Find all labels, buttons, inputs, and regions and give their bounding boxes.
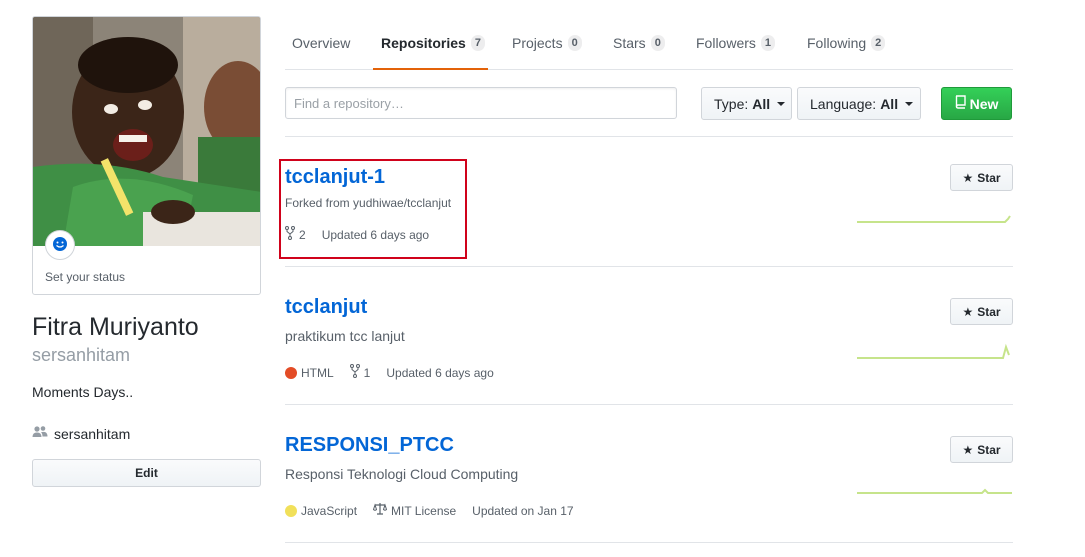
type-filter-select[interactable]: Type: All	[701, 87, 792, 120]
repo-updated: Updated on Jan 17	[472, 503, 574, 518]
profile-avatar-card: Set your status	[32, 16, 261, 295]
tab-projects[interactable]: Projects 0	[512, 16, 582, 70]
caret-down-icon	[905, 101, 914, 106]
profile-login: sersanhitam	[32, 345, 131, 365]
star-label: Star	[977, 304, 1001, 319]
star-button[interactable]: ★ Star	[950, 436, 1013, 463]
repo-list-item: RESPONSI_PTCC Responsi Teknologi Cloud C…	[285, 434, 1013, 542]
profile-org: sersanhitam	[32, 425, 130, 442]
star-icon: ★	[962, 304, 974, 319]
license-name: MIT License	[391, 503, 457, 518]
list-divider	[285, 136, 1013, 137]
activity-sparkline	[857, 215, 1011, 223]
law-icon	[372, 502, 388, 519]
star-button[interactable]: ★ Star	[950, 164, 1013, 191]
language-filter-value: All	[880, 95, 899, 112]
fork-count: 1	[363, 365, 371, 380]
profile-name: Fitra Muriyanto	[32, 313, 199, 341]
tab-counter: 7	[470, 35, 485, 51]
tab-counter: 1	[760, 35, 776, 51]
repo-icon	[955, 95, 967, 112]
tab-counter: 0	[567, 35, 582, 51]
status-text[interactable]: Set your status	[45, 270, 125, 284]
repo-forks[interactable]: 1	[349, 364, 371, 381]
language-name: HTML	[301, 365, 334, 380]
repo-list-item: tcclanjut praktikum tcc lanjut HTML 1 Up…	[285, 296, 1013, 404]
people-icon	[32, 425, 48, 442]
repo-meta: JavaScript MIT License Updated on Jan 17	[285, 502, 590, 519]
star-button[interactable]: ★ Star	[950, 298, 1013, 325]
tab-label: Overview	[292, 35, 351, 51]
tab-counter: 2	[871, 35, 886, 51]
highlight-annotation	[279, 159, 467, 259]
tab-followers[interactable]: Followers 1	[696, 16, 776, 70]
tab-label: Repositories	[381, 35, 466, 51]
repo-license[interactable]: MIT License	[372, 502, 457, 519]
profile-bio: Moments Days..	[32, 384, 134, 400]
caret-down-icon	[777, 101, 786, 106]
star-label: Star	[977, 170, 1001, 185]
tab-label: Stars	[613, 35, 646, 51]
language-filter-select[interactable]: Language: All	[797, 87, 921, 120]
tab-label: Projects	[512, 35, 563, 51]
edit-profile-button[interactable]: Edit	[32, 459, 261, 487]
repo-name-link[interactable]: tcclanjut	[285, 296, 367, 319]
list-divider	[285, 266, 1013, 267]
repo-updated: Updated 6 days ago	[386, 365, 494, 380]
tab-label: Followers	[696, 35, 756, 51]
find-repository-input[interactable]	[285, 87, 677, 119]
repo-description: praktikum tcc lanjut	[285, 328, 405, 344]
tab-label: Following	[807, 35, 867, 51]
list-divider	[285, 542, 1013, 543]
active-tab-underline	[373, 68, 488, 70]
language-filter-label: Language:	[810, 95, 877, 112]
fork-icon	[349, 364, 360, 381]
activity-sparkline	[857, 488, 1012, 494]
repo-description: Responsi Teknologi Cloud Computing	[285, 466, 519, 482]
language-name: JavaScript	[301, 503, 358, 518]
tab-following[interactable]: Following 2	[807, 16, 886, 70]
star-label: Star	[977, 442, 1001, 457]
language-color-dot	[285, 366, 297, 379]
org-name: sersanhitam	[54, 425, 131, 442]
repo-language: HTML	[285, 366, 334, 380]
profile-tabs: Overview Repositories 7 Projects 0 Stars…	[285, 16, 1013, 70]
star-icon: ★	[962, 442, 974, 457]
set-status-button[interactable]	[45, 230, 75, 260]
tab-repositories[interactable]: Repositories 7	[381, 16, 485, 70]
language-color-dot	[285, 504, 297, 517]
tab-stars[interactable]: Stars 0	[613, 16, 665, 70]
tab-overview[interactable]: Overview	[292, 16, 350, 70]
type-filter-label: Type:	[714, 95, 749, 112]
repo-meta: HTML 1 Updated 6 days ago	[285, 364, 510, 381]
new-button-label: New	[969, 95, 999, 112]
repo-name-link[interactable]: RESPONSI_PTCC	[285, 434, 454, 457]
list-divider	[285, 404, 1013, 405]
repo-language: JavaScript	[285, 504, 357, 518]
tab-counter: 0	[650, 35, 665, 51]
avatar[interactable]	[33, 17, 260, 246]
smiley-icon	[52, 236, 68, 255]
new-repository-button[interactable]: New	[941, 87, 1012, 120]
type-filter-value: All	[752, 95, 771, 112]
activity-sparkline	[857, 343, 1010, 359]
star-icon: ★	[962, 170, 974, 185]
